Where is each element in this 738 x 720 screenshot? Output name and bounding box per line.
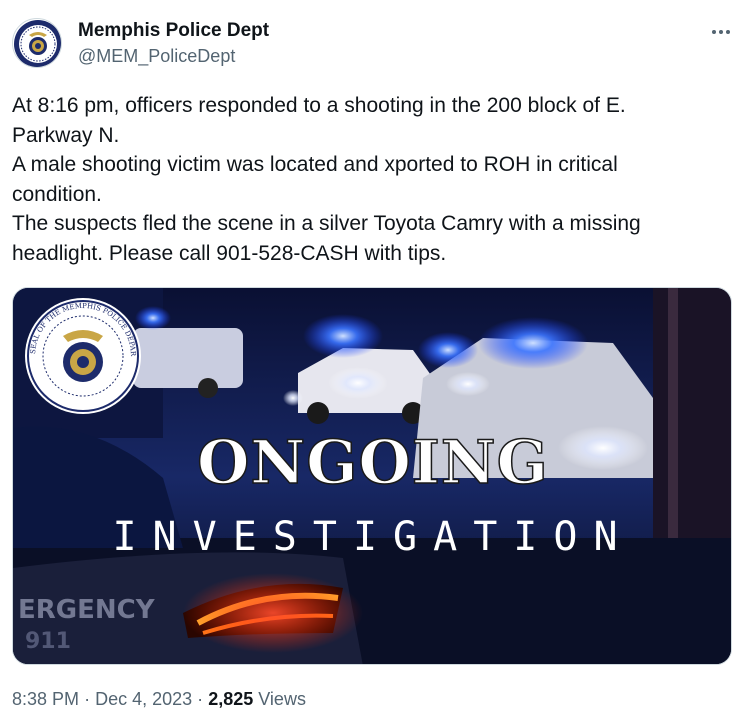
police-seal-icon: [14, 20, 61, 67]
display-name[interactable]: Memphis Police Dept: [78, 20, 269, 42]
subheadline-text: INVESTIGATION: [112, 514, 633, 560]
meta-separator: ·: [197, 689, 204, 709]
tweet-text: At 8:16 pm, officers responded to a shoo…: [12, 91, 724, 268]
tweet-line: Parkway N.: [12, 123, 120, 147]
tweet-time[interactable]: 8:38 PM: [12, 689, 79, 709]
meta-separator: ·: [84, 689, 91, 709]
tweet-card: Memphis Police Dept @MEM_PoliceDept At 8…: [0, 0, 738, 720]
headline-text: ONGOING: [197, 428, 549, 498]
car-number-text: 911: [25, 629, 71, 654]
views-count[interactable]: 2,825: [208, 689, 253, 709]
tweet-line: The suspects fled the scene in a silver …: [12, 212, 641, 235]
tweet-meta: 8:38 PM · Dec 4, 2023 · 2,825 Views: [12, 688, 306, 710]
tweet-line: condition.: [12, 182, 102, 206]
tweet-media-image[interactable]: ERGENCY 911 SEAL OF THE MEMPHIS POLICE D…: [12, 287, 732, 665]
avatar[interactable]: [12, 18, 62, 68]
car-emergency-text: ERGENCY: [18, 595, 156, 625]
tweet-line: headlight. Please call 901-528-CASH with…: [12, 241, 447, 265]
tweet-date[interactable]: Dec 4, 2023: [95, 689, 192, 709]
more-options-icon[interactable]: [708, 22, 734, 42]
account-handle[interactable]: @MEM_PoliceDept: [78, 45, 235, 67]
views-label: Views: [258, 689, 306, 709]
tweet-line: At 8:16 pm, officers responded to a shoo…: [12, 94, 626, 117]
tweet-line: A male shooting victim was located and x…: [12, 153, 618, 176]
